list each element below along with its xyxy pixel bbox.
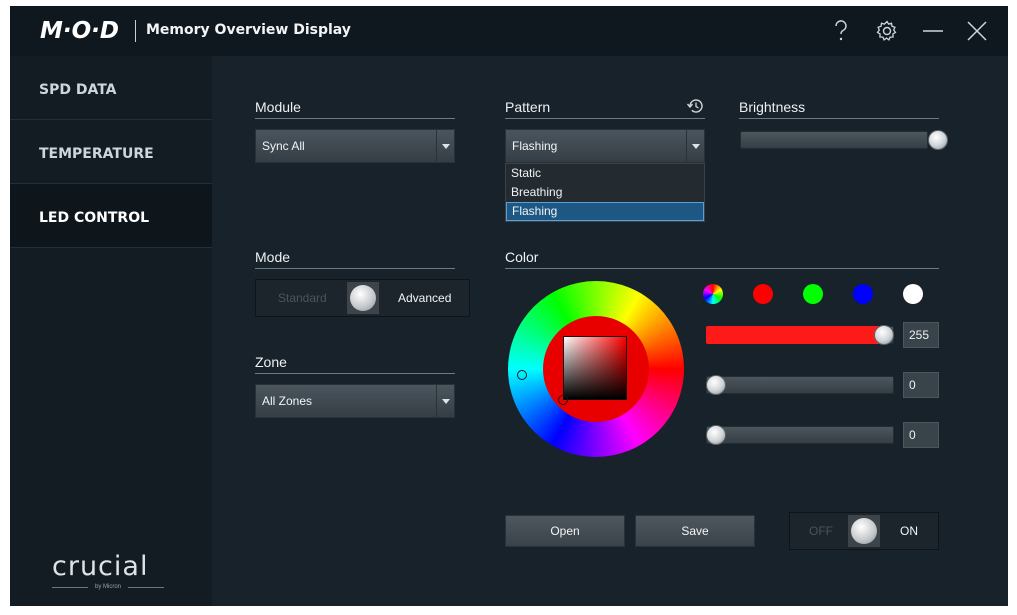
app-window: M·O·D Memory Overview Display SPD DATA T…: [10, 6, 1008, 606]
preset-red-swatch[interactable]: [753, 284, 773, 304]
sidebar-item-led-control[interactable]: LED CONTROL: [10, 184, 212, 248]
sidebar-item-label: SPD DATA: [39, 82, 117, 98]
settings-gear-icon[interactable]: [872, 16, 902, 46]
sidebar-item-temperature[interactable]: TEMPERATURE: [10, 120, 212, 184]
reset-history-icon[interactable]: [686, 97, 704, 115]
zone-heading: Zone: [255, 354, 455, 374]
sidebar-item-label: LED CONTROL: [39, 210, 150, 226]
mode-standard-label: Standard: [278, 291, 327, 305]
pattern-option-flashing[interactable]: Flashing: [506, 202, 704, 221]
green-channel-thumb[interactable]: [706, 375, 726, 395]
blue-channel-thumb[interactable]: [706, 425, 726, 445]
pattern-dropdown[interactable]: Flashing: [505, 129, 705, 163]
green-channel-slider[interactable]: [706, 376, 894, 394]
power-off-label: OFF: [809, 524, 833, 538]
module-value: Sync All: [262, 139, 305, 153]
red-channel-thumb[interactable]: [874, 325, 894, 345]
green-channel-value[interactable]: 0: [903, 372, 939, 398]
brightness-slider[interactable]: [740, 131, 928, 149]
shade-picker-handle[interactable]: [558, 395, 568, 405]
title-separator: [135, 20, 136, 42]
pattern-option-breathing[interactable]: Breathing: [506, 183, 704, 202]
module-heading: Module: [255, 99, 455, 119]
pattern-value: Flashing: [512, 139, 558, 153]
mode-heading: Mode: [255, 249, 455, 269]
sidebar-item-label: TEMPERATURE: [39, 146, 154, 162]
close-icon[interactable]: [962, 16, 992, 46]
zone-value: All Zones: [262, 394, 313, 408]
mode-toggle-knob[interactable]: [347, 282, 379, 314]
saturation-value-square[interactable]: [563, 336, 627, 400]
crucial-logo-sub: by Micron: [94, 584, 121, 590]
color-heading: Color: [505, 249, 939, 269]
blue-channel-slider[interactable]: [706, 426, 894, 444]
window-title: Memory Overview Display: [146, 22, 351, 38]
brightness-slider-thumb[interactable]: [928, 130, 948, 150]
pattern-option-static[interactable]: Static: [506, 164, 704, 183]
red-channel-value[interactable]: 255: [903, 322, 939, 348]
hue-picker-handle[interactable]: [517, 370, 527, 380]
chevron-down-icon: [436, 385, 454, 417]
chevron-down-icon: [686, 130, 704, 162]
power-toggle-knob[interactable]: [848, 515, 880, 547]
module-dropdown[interactable]: Sync All: [255, 129, 455, 163]
sidebar: SPD DATA TEMPERATURE LED CONTROL crucial…: [10, 56, 212, 606]
save-button[interactable]: Save: [635, 515, 755, 547]
power-on-label: ON: [900, 524, 918, 538]
mode-toggle[interactable]: Standard Advanced: [255, 279, 470, 317]
zone-dropdown[interactable]: All Zones: [255, 384, 455, 418]
crucial-logo: crucial: [52, 551, 149, 582]
pattern-options-menu: Static Breathing Flashing: [505, 163, 705, 222]
power-toggle[interactable]: OFF ON: [789, 512, 939, 550]
preset-white-swatch[interactable]: [903, 284, 923, 304]
minimize-icon[interactable]: [918, 16, 948, 46]
help-icon[interactable]: [826, 16, 856, 46]
preset-blue-swatch[interactable]: [853, 284, 873, 304]
title-bar: M·O·D Memory Overview Display: [10, 6, 1008, 56]
open-button[interactable]: Open: [505, 515, 625, 547]
sidebar-item-spd-data[interactable]: SPD DATA: [10, 56, 212, 120]
mode-advanced-label: Advanced: [398, 291, 452, 305]
blue-channel-value[interactable]: 0: [903, 422, 939, 448]
brightness-heading: Brightness: [739, 99, 939, 119]
app-logo: M·O·D: [40, 18, 120, 44]
chevron-down-icon: [436, 130, 454, 162]
pattern-heading: Pattern: [505, 99, 705, 119]
red-channel-fill: [706, 326, 886, 344]
preset-green-swatch[interactable]: [803, 284, 823, 304]
preset-rainbow-swatch[interactable]: [703, 284, 723, 304]
